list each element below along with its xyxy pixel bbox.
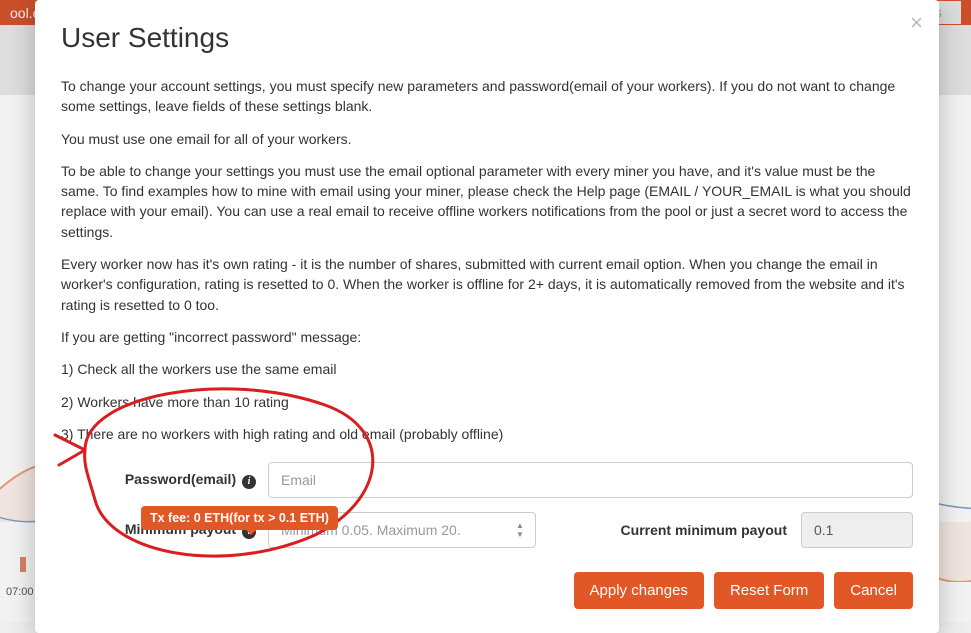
password-input[interactable] bbox=[268, 462, 913, 498]
chevron-down-icon[interactable]: ▼ bbox=[516, 530, 530, 539]
apply-changes-button[interactable]: Apply changes bbox=[574, 572, 704, 609]
user-settings-modal: × User Settings To change your account s… bbox=[35, 0, 939, 633]
tx-fee-tooltip: Tx fee: 0 ETH(for tx > 0.1 ETH) bbox=[141, 506, 338, 530]
chevron-up-icon[interactable]: ▲ bbox=[516, 521, 530, 530]
modal-text: To change your account settings, you mus… bbox=[61, 76, 913, 117]
current-min-payout-value: 0.1 bbox=[801, 512, 913, 548]
reset-form-button[interactable]: Reset Form bbox=[714, 572, 824, 609]
modal-text: Every worker now has it's own rating - i… bbox=[61, 254, 913, 315]
modal-text: 2) Workers have more than 10 rating bbox=[61, 392, 913, 412]
min-payout-row: Tx fee: 0 ETH(for tx > 0.1 ETH) Minimum … bbox=[61, 512, 913, 548]
close-icon[interactable]: × bbox=[910, 10, 923, 36]
modal-text: If you are getting "incorrect password" … bbox=[61, 327, 913, 347]
modal-actions: Apply changes Reset Form Cancel bbox=[61, 572, 913, 609]
modal-text: To be able to change your settings you m… bbox=[61, 161, 913, 242]
cancel-button[interactable]: Cancel bbox=[834, 572, 913, 609]
current-min-payout-label: Current minimum payout bbox=[621, 522, 787, 538]
info-icon[interactable]: i bbox=[242, 475, 256, 489]
modal-text: 3) There are no workers with high rating… bbox=[61, 424, 913, 444]
password-label: Password(email) i bbox=[61, 471, 256, 489]
modal-text: 1) Check all the workers use the same em… bbox=[61, 359, 913, 379]
number-spinner[interactable]: ▲▼ bbox=[516, 516, 530, 544]
password-row: Password(email) i bbox=[61, 462, 913, 498]
modal-title: User Settings bbox=[61, 22, 913, 54]
modal-text: You must use one email for all of your w… bbox=[61, 129, 913, 149]
